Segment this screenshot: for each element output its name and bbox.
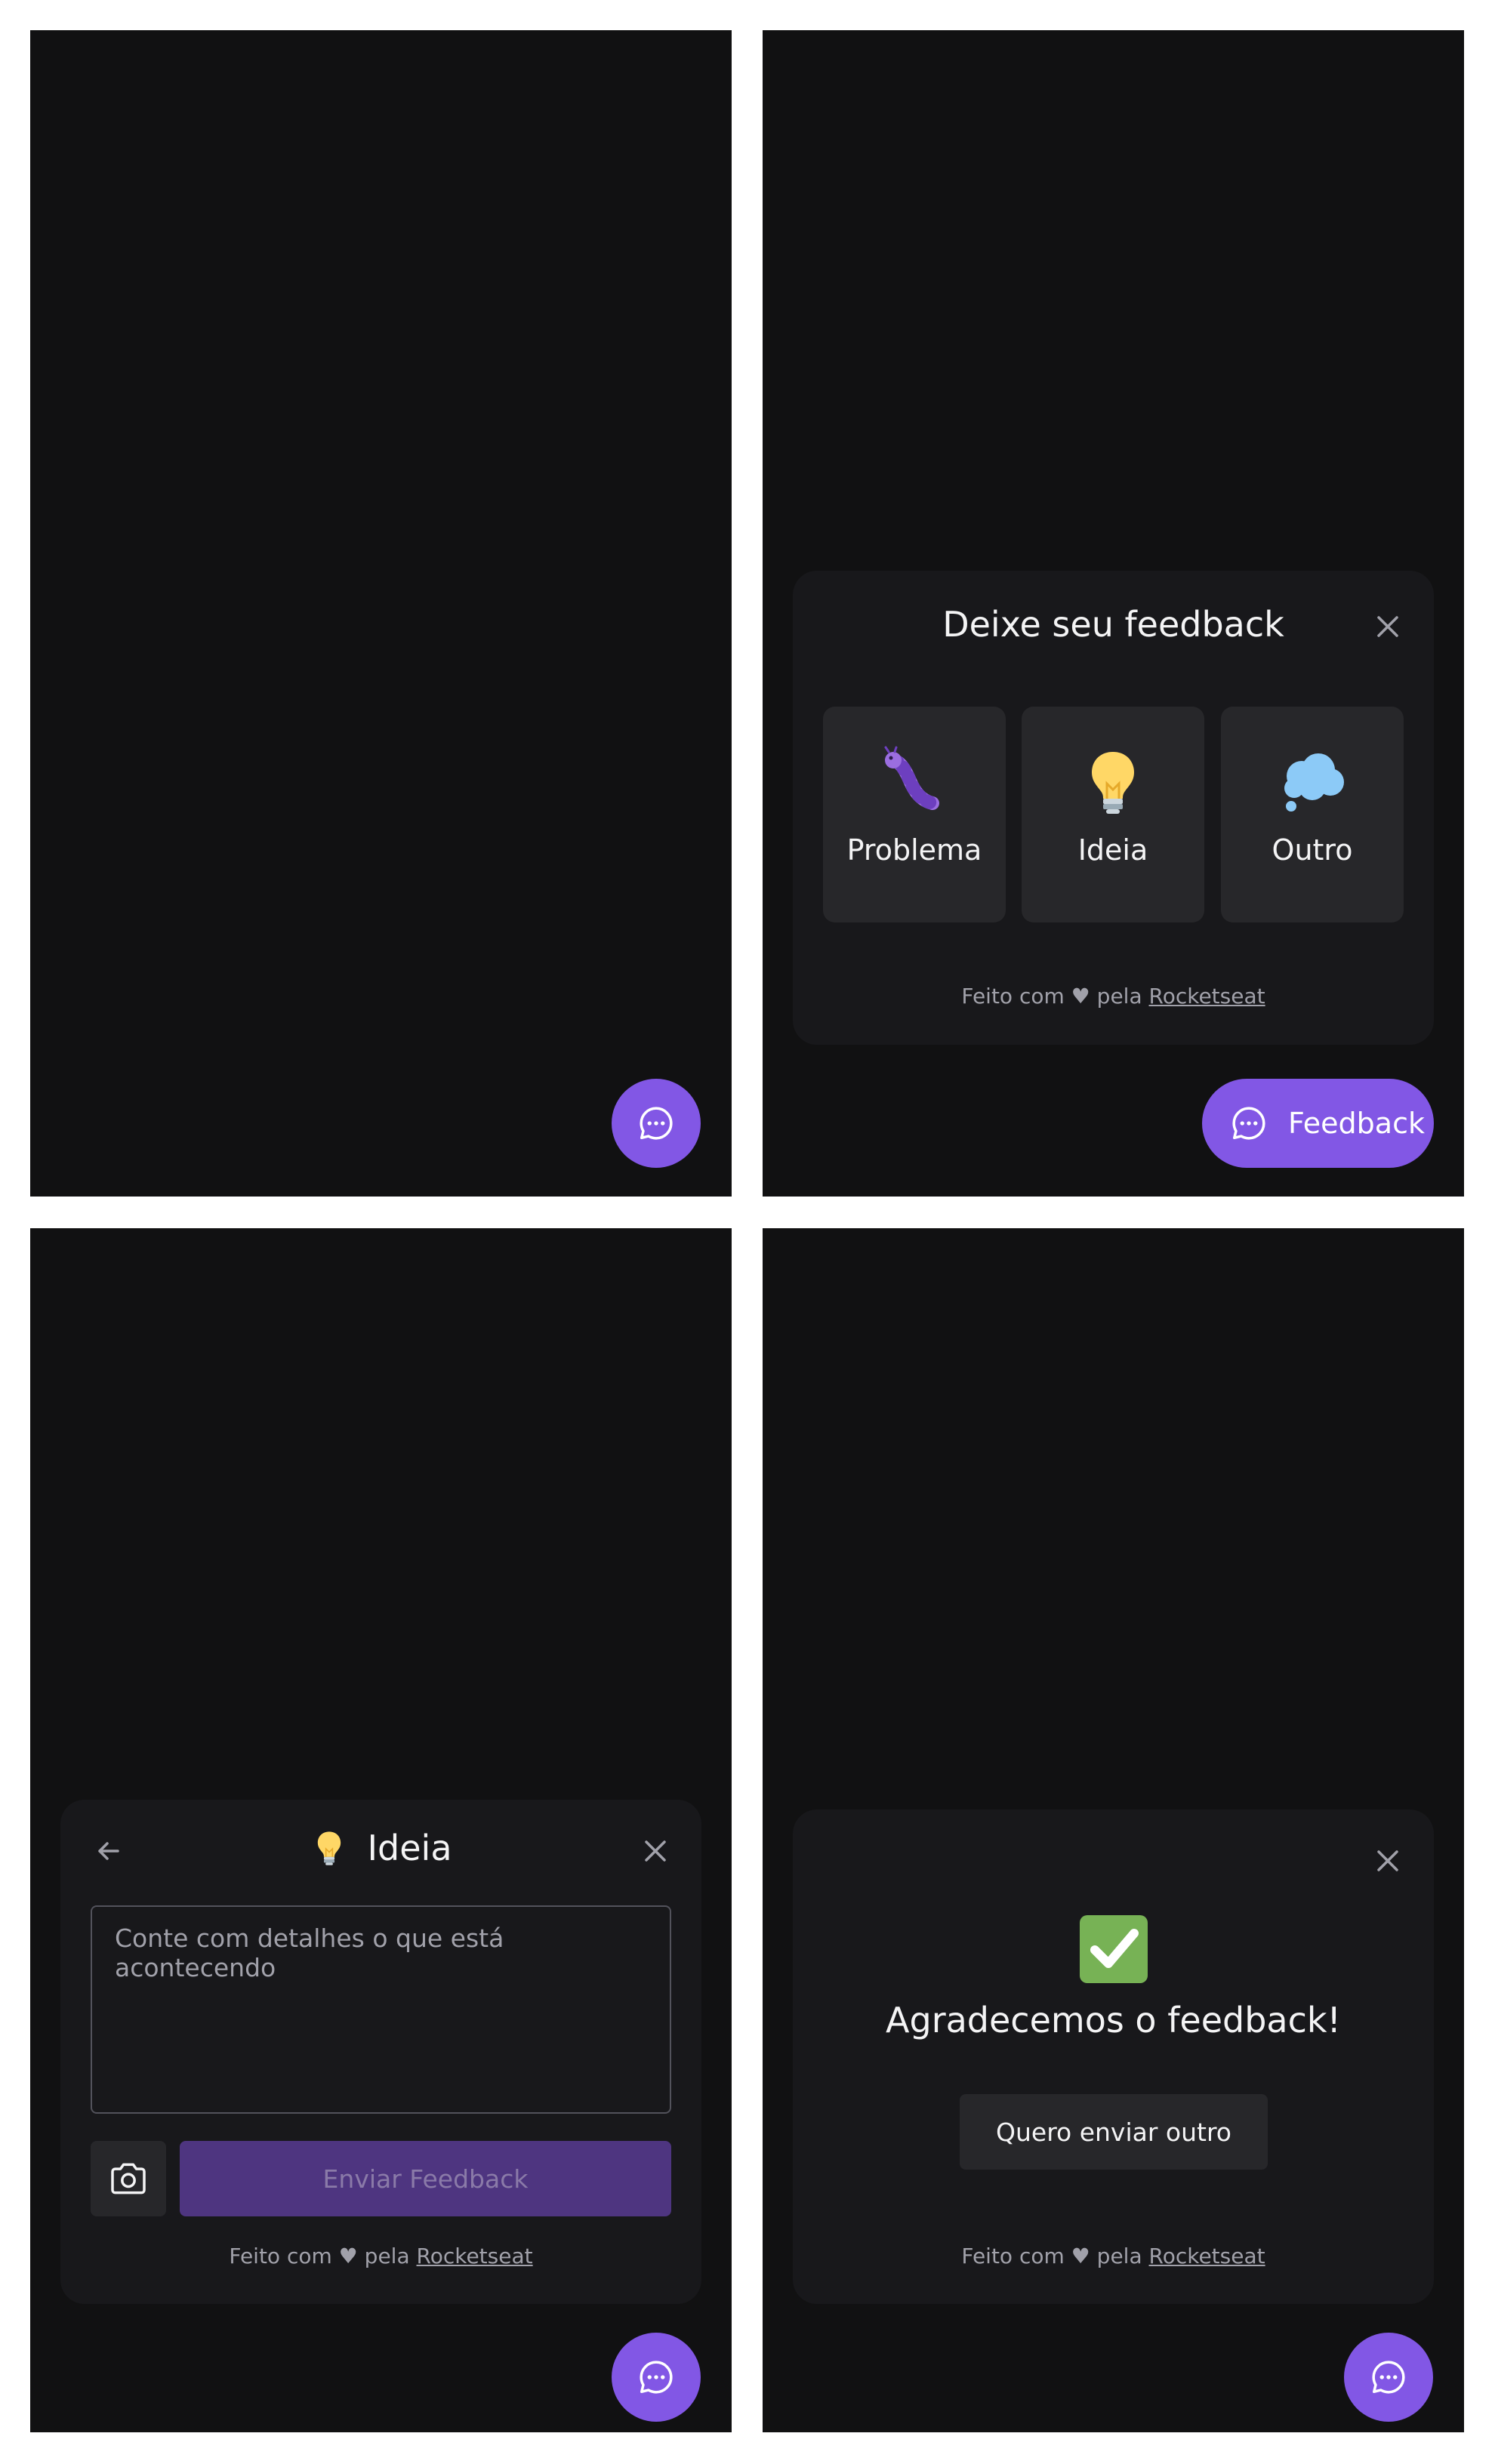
feedback-fab-button[interactable] <box>612 1079 701 1168</box>
close-icon <box>1377 1850 1398 1871</box>
screen-type-selection: Deixe seu feedback Problema Ideia Outro … <box>763 30 1464 1197</box>
feedback-fab-button[interactable]: Feedback <box>1202 1079 1434 1168</box>
option-problema-button[interactable]: Problema <box>823 707 1006 922</box>
check-mark-icon <box>1080 1915 1148 1983</box>
bug-icon <box>884 746 939 810</box>
option-outro-button[interactable]: Outro <box>1221 707 1404 922</box>
chat-bubble-icon <box>640 2361 673 2394</box>
chat-bubble-icon <box>640 1107 673 1140</box>
feedback-fab-button[interactable] <box>1344 2333 1433 2422</box>
lightbulb-icon <box>318 1831 341 1865</box>
screen-closed <box>30 30 732 1197</box>
feedback-widget-card: Deixe seu feedback Problema Ideia Outro … <box>793 571 1434 1045</box>
footer: Feito com ♥ pela Rocketseat <box>793 2244 1434 2268</box>
footer-text: Feito com ♥ pela <box>229 2244 410 2268</box>
rocketseat-link[interactable]: Rocketseat <box>1149 984 1265 1009</box>
close-icon <box>1377 616 1398 637</box>
chat-bubble-icon <box>1372 2361 1405 2394</box>
send-another-button[interactable]: Quero enviar outro <box>960 2094 1268 2170</box>
feedback-widget-card: Agradecemos o feedback! Quero enviar out… <box>793 1810 1434 2304</box>
screen-feedback-form: Ideia Conte com detalhes o que está acon… <box>30 1228 732 2432</box>
feedback-textarea[interactable]: Conte com detalhes o que está acontecend… <box>91 1905 671 2114</box>
option-ideia-button[interactable]: Ideia <box>1022 707 1204 922</box>
close-button[interactable] <box>634 1830 677 1872</box>
feedback-fab-button[interactable] <box>612 2333 701 2422</box>
footer: Feito com ♥ pela Rocketseat <box>793 984 1434 1009</box>
form-title: Ideia <box>367 1828 452 1868</box>
screen-success: Agradecemos o feedback! Quero enviar out… <box>763 1228 1464 2432</box>
close-button[interactable] <box>1367 1840 1409 1882</box>
footer: Feito com ♥ pela Rocketseat <box>60 2244 701 2268</box>
close-icon <box>645 1840 666 1862</box>
send-feedback-button[interactable]: Enviar Feedback <box>180 2141 671 2216</box>
feedback-widget-card: Ideia Conte com detalhes o que está acon… <box>60 1800 701 2304</box>
widget-title: Deixe seu feedback <box>942 604 1284 645</box>
option-label: Problema <box>846 833 982 867</box>
close-button[interactable] <box>1367 605 1409 648</box>
thought-cloud-icon <box>1284 753 1344 812</box>
footer-text: Feito com ♥ pela <box>961 2244 1142 2268</box>
option-label: Outro <box>1272 833 1353 867</box>
fab-label: Feedback <box>1288 1107 1425 1140</box>
success-message: Agradecemos o feedback! <box>886 2000 1341 2040</box>
rocketseat-link[interactable]: Rocketseat <box>1149 2244 1265 2268</box>
camera-icon <box>111 2163 146 2194</box>
form-header: Ideia <box>60 1827 701 1869</box>
rocketseat-link[interactable]: Rocketseat <box>417 2244 533 2268</box>
screenshot-button[interactable] <box>91 2141 166 2216</box>
footer-text: Feito com ♥ pela <box>961 984 1142 1009</box>
option-label: Ideia <box>1077 833 1148 867</box>
chat-bubble-icon <box>1232 1107 1265 1140</box>
lightbulb-icon <box>1092 752 1134 814</box>
